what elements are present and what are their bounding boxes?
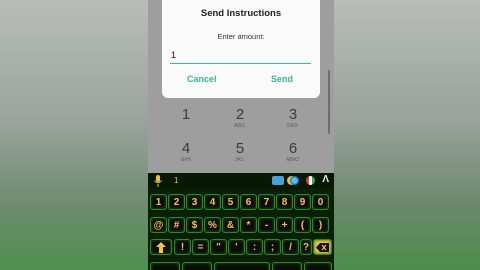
send-instructions-dialog: Send Instructions Enter amount: Cancel S…: [162, 0, 320, 98]
dialpad-key-3[interactable]: 3 DEF: [273, 106, 313, 129]
collapse-keyboard-icon[interactable]: Λ: [322, 174, 329, 185]
keyboard: 1 Λ 1 2 3 4 5 6 7 8 9 0 @ # $ % & * - + …: [148, 173, 334, 270]
key-0[interactable]: 0: [312, 194, 329, 210]
key-at[interactable]: @: [150, 217, 167, 233]
key-single-quote[interactable]: ': [228, 239, 245, 255]
cancel-button[interactable]: Cancel: [187, 74, 217, 84]
key-colon[interactable]: :: [246, 239, 263, 255]
key-double-quote[interactable]: ": [210, 239, 227, 255]
key-dollar[interactable]: $: [186, 217, 203, 233]
key-3[interactable]: 3: [186, 194, 203, 210]
dialpad: 1 2 ABC 3 DEF 4 GHI 5 JKL 6 MNO: [148, 96, 334, 176]
bottom-row-key[interactable]: [150, 262, 180, 270]
backspace-icon: [316, 243, 329, 252]
key-9[interactable]: 9: [294, 194, 311, 210]
dialpad-key-number: 2: [235, 106, 245, 123]
dialpad-key-letters: MNO: [286, 157, 300, 163]
dialpad-key-number: 4: [181, 140, 191, 157]
send-button[interactable]: Send: [271, 74, 293, 84]
clipboard-icon[interactable]: [272, 176, 284, 185]
dialpad-key-number: 5: [235, 140, 245, 157]
key-exclamation[interactable]: !: [174, 239, 191, 255]
key-plus[interactable]: +: [276, 217, 293, 233]
dialpad-key-6[interactable]: 6 MNO: [273, 140, 313, 163]
space-key[interactable]: [214, 262, 270, 270]
key-semicolon[interactable]: ;: [264, 239, 281, 255]
dialpad-key-number: 3: [288, 106, 298, 123]
suggestion-text[interactable]: 1: [174, 176, 178, 185]
flag-icon[interactable]: [306, 176, 315, 185]
dialpad-key-2[interactable]: 2 ABC: [220, 106, 260, 129]
dialpad-key-5[interactable]: 5 JKL: [220, 140, 260, 163]
key-minus[interactable]: -: [258, 217, 275, 233]
key-2[interactable]: 2: [168, 194, 185, 210]
key-1[interactable]: 1: [150, 194, 167, 210]
key-7[interactable]: 7: [258, 194, 275, 210]
key-8[interactable]: 8: [276, 194, 293, 210]
dialpad-key-letters: GHI: [180, 157, 192, 163]
bottom-row-key[interactable]: [182, 262, 212, 270]
keyboard-suggestion-bar: 1 Λ: [148, 173, 334, 189]
bottom-row-key[interactable]: [272, 262, 302, 270]
right-background: [334, 0, 480, 270]
dialpad-key-number: 6: [288, 140, 298, 157]
backspace-key[interactable]: [313, 239, 332, 255]
key-percent[interactable]: %: [204, 217, 221, 233]
shift-arrow-icon: [156, 242, 166, 253]
key-6[interactable]: 6: [240, 194, 257, 210]
globe-icon[interactable]: [290, 176, 299, 185]
left-background: [0, 0, 148, 270]
dialpad-key-4[interactable]: 4 GHI: [166, 140, 206, 163]
dialog-title: Send Instructions: [200, 8, 282, 19]
amount-label: Enter amount:: [217, 32, 265, 41]
key-4[interactable]: 4: [204, 194, 221, 210]
key-hash[interactable]: #: [168, 217, 185, 233]
key-asterisk[interactable]: *: [240, 217, 257, 233]
phone-screen: 1 2 ABC 3 DEF 4 GHI 5 JKL 6 MNO Send Ins…: [148, 0, 334, 270]
dialpad-key-letters: JKL: [234, 157, 246, 163]
key-5[interactable]: 5: [222, 194, 239, 210]
shift-key[interactable]: [150, 239, 172, 255]
amount-input[interactable]: [170, 47, 311, 64]
enter-key[interactable]: [304, 262, 332, 270]
key-close-paren[interactable]: ): [312, 217, 329, 233]
scrollbar[interactable]: [328, 70, 330, 134]
key-slash[interactable]: /: [282, 239, 299, 255]
key-ampersand[interactable]: &: [222, 217, 239, 233]
key-equals[interactable]: =: [192, 239, 209, 255]
key-open-paren[interactable]: (: [294, 217, 311, 233]
dialpad-key-1[interactable]: 1: [166, 106, 206, 123]
dialpad-key-letters: DEF: [287, 123, 299, 129]
key-question[interactable]: ?: [300, 239, 312, 255]
mic-icon[interactable]: [153, 175, 163, 187]
dialpad-key-number: 1: [181, 106, 191, 123]
dialpad-key-letters: ABC: [234, 123, 246, 129]
